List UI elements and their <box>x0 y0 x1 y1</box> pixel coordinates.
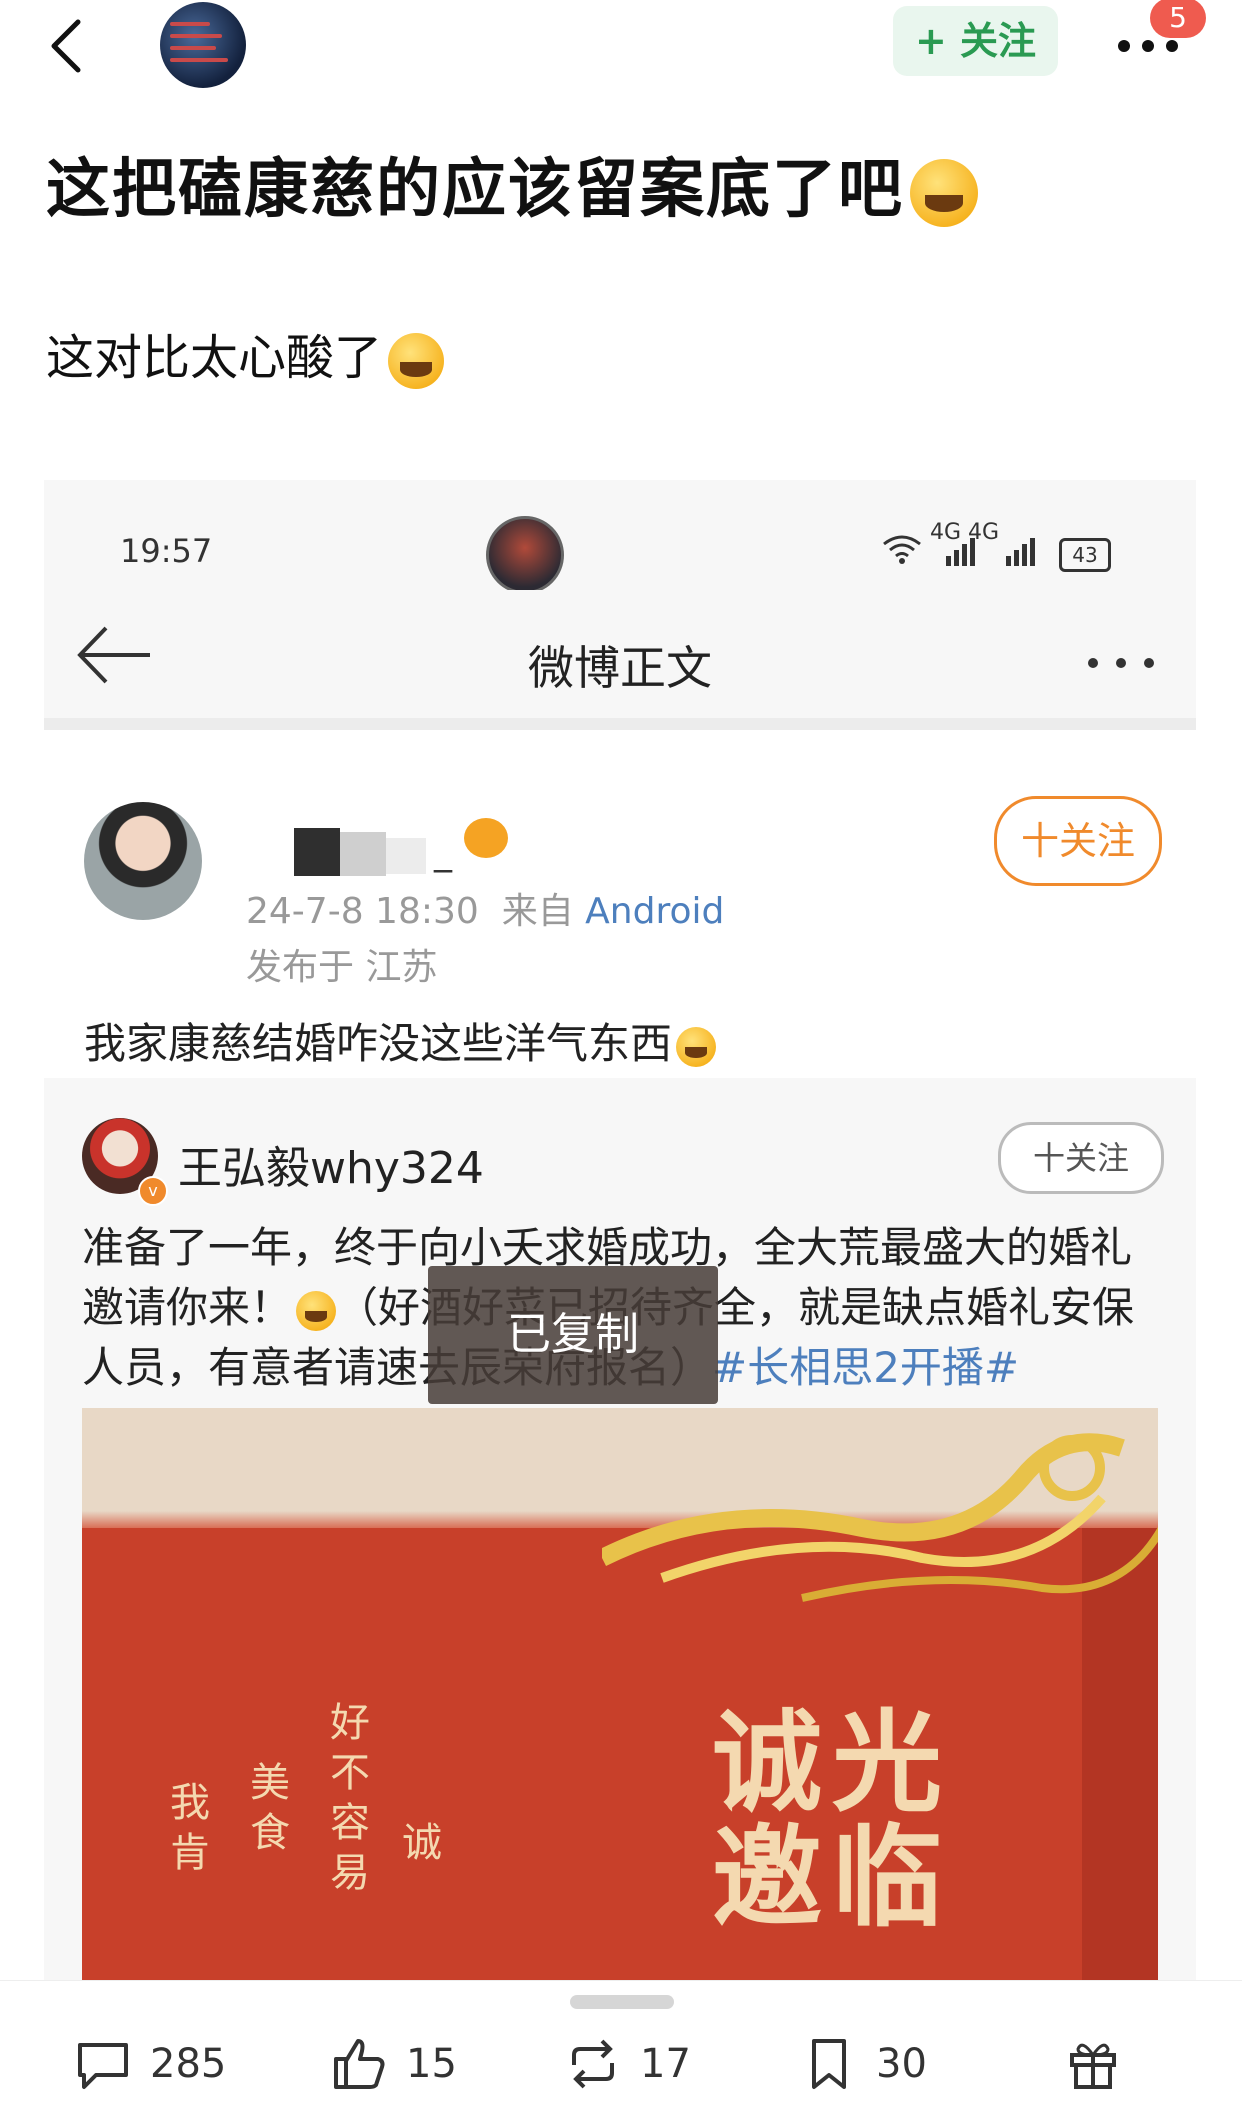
embedded-screenshot[interactable]: 19:57 4G 4G 43 微博正文 _ 24-7-8 18:30 来自 An… <box>44 480 1196 1980</box>
status-time: 19:57 <box>120 532 213 570</box>
laughing-emoji-icon <box>910 159 978 228</box>
smile-emoji-icon <box>676 1026 717 1067</box>
copied-toast: 已复制 <box>428 1266 718 1404</box>
post-meta: 24-7-8 18:30 来自 Android <box>246 891 725 932</box>
invite-column-text: 诚 <box>402 1820 442 1866</box>
signal-bars-icon <box>946 538 975 566</box>
verified-badge-icon: v <box>138 1176 168 1206</box>
follow-button[interactable]: 十关注 <box>998 1122 1164 1194</box>
post-title: 这把磕康慈的应该留案底了吧 <box>46 138 978 230</box>
drag-handle[interactable] <box>570 1995 674 2009</box>
notification-badge: 5 <box>1150 0 1206 38</box>
poster-avatar[interactable] <box>160 2 246 88</box>
repost-button[interactable]: 17 <box>564 2029 691 2099</box>
repost-count: 17 <box>640 2041 691 2087</box>
like-count: 15 <box>406 2041 457 2087</box>
fish-badge-icon <box>464 818 508 858</box>
signal-bars-icon <box>1006 538 1035 566</box>
quoted-post[interactable]: v 王弘毅why324 十关注 准备了一年，终于向小夭求婚成功，全大荒最盛大的婚… <box>44 1078 1196 1980</box>
thumbs-up-icon <box>334 2039 385 2089</box>
favorite-button[interactable]: 30 <box>800 2029 927 2099</box>
laughing-emoji-icon <box>388 333 445 389</box>
floating-avatar-icon <box>486 516 564 594</box>
more-options-icon[interactable] <box>1088 658 1160 672</box>
bookmark-icon <box>812 2039 846 2089</box>
comment-count: 285 <box>150 2041 227 2087</box>
invite-column-text: 美食 <box>250 1760 290 1856</box>
gold-wave-icon <box>602 1433 1158 1602</box>
quoted-author-name[interactable]: 王弘毅why324 <box>178 1132 484 1196</box>
repost-icon <box>572 2039 614 2089</box>
author-name[interactable]: _ <box>434 832 456 873</box>
gift-button[interactable] <box>1064 2029 1140 2099</box>
surprised-emoji-icon <box>296 1290 337 1331</box>
status-bar: 19:57 4G 4G 43 <box>44 480 1196 594</box>
like-button[interactable]: 15 <box>330 2029 457 2099</box>
gift-icon <box>1070 2043 1116 2089</box>
wifi-icon <box>883 535 921 564</box>
post-body: 这对比太心酸了 <box>46 318 445 389</box>
invitation-image[interactable]: 诚光 邀临 好不容易 美食 我肯 诚 <box>82 1408 1158 1980</box>
follow-button[interactable]: 十关注 <box>994 796 1162 886</box>
favorite-count: 30 <box>876 2041 927 2087</box>
repost-text: 我家康慈结婚咋没这些洋气东西 <box>84 1010 717 1071</box>
comment-button[interactable]: 285 <box>74 2029 226 2099</box>
follow-button[interactable]: + 关注 <box>893 6 1058 76</box>
redacted-name <box>340 832 386 876</box>
hashtag-link[interactable]: #长相思2开播# <box>712 1343 1019 1392</box>
comment-icon <box>78 2043 128 2089</box>
back-chevron-icon[interactable] <box>40 16 100 76</box>
redacted-name <box>386 838 426 874</box>
action-bar: 285 15 17 30 <box>0 1980 1242 2126</box>
invite-heading-line2: 邀临 <box>712 1813 952 1942</box>
nav-bar: 微博正文 <box>44 590 1196 730</box>
nav-title: 微博正文 <box>528 641 712 695</box>
redacted-name <box>294 828 340 876</box>
battery-icon: 43 <box>1059 538 1111 572</box>
post-location: 发布于 江苏 <box>246 947 438 988</box>
invite-column-text: 好不容易 <box>330 1700 370 1896</box>
invite-column-text: 我肯 <box>170 1780 210 1876</box>
author-avatar[interactable] <box>84 802 202 920</box>
